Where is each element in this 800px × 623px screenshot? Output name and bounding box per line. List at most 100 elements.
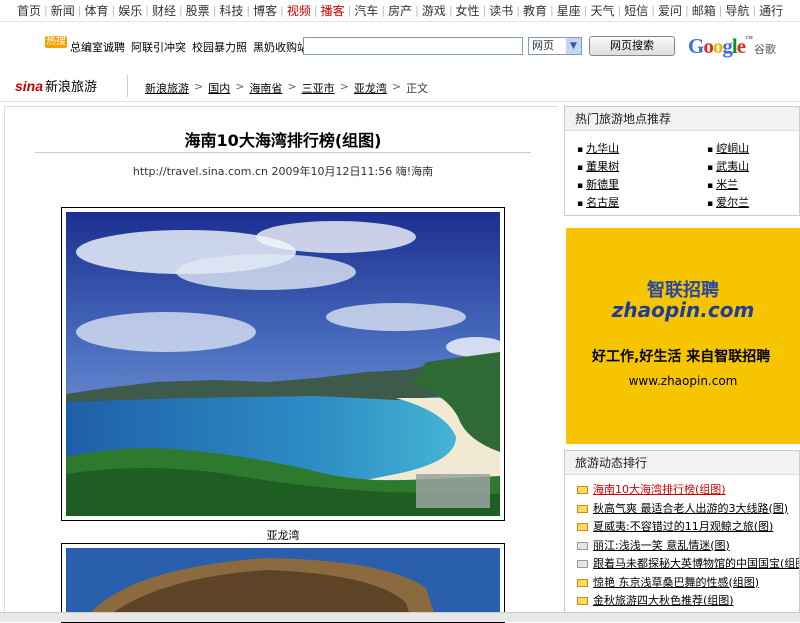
nav-link[interactable]: 博客 [250,2,280,19]
breadcrumb-current: 正文 [406,82,429,95]
nav-link[interactable]: 房产 [385,2,415,19]
nav-link[interactable]: 游戏 [419,2,449,19]
search-scope-value: 网页 [532,39,554,52]
nav-link[interactable]: 视频 [284,2,314,19]
nav-link[interactable]: 教育 [520,2,550,19]
zhaopin-ad-banner[interactable]: 智联招聘 zhaopin.com 好工作,好生活 来自智联招聘 www.zhao… [566,228,800,444]
breadcrumb-item[interactable]: 新浪旅游 [145,80,189,96]
breadcrumb-item[interactable]: 亚龙湾 [354,80,387,96]
hot-link[interactable]: 阿联引冲突 [131,39,186,55]
hot-places-box: 热门旅游地点推荐 ▪ 九华山 ▪ 崆峒山 ▪ 董果树 ▪ 武夷山 ▪ 新德里 ▪ 米兰 ▪ 名… [564,106,800,216]
chevron-down-icon[interactable]: ▼ [566,38,581,54]
list-item: 夏威夷:不容错过的11月观鲸之旅(图) [577,518,799,537]
photo-icon [577,504,588,513]
nav-link[interactable]: 邮箱 [689,2,719,19]
hot-links: 总编室诚聘 阿联引冲突 校园暴力照 黑奶收购站 [70,39,308,55]
ad-slogan: 好工作,好生活 来自智联招聘 [592,349,771,365]
ranking-link[interactable]: 夏威夷:不容错过的11月观鲸之旅(图) [593,518,773,537]
nav-link[interactable]: 娱乐 [115,2,145,19]
search-scope-select[interactable]: 网页 ▼ [528,37,582,55]
place-link[interactable]: 崆峒山 [716,142,749,155]
photo-icon [577,486,588,495]
list-item: ▪ 新德里 [577,178,620,191]
ranking-link[interactable]: 金秋旅游四大秋色推荐(组图) [593,592,734,611]
list-item: ▪ 董果树 [577,160,620,173]
bay-photo[interactable] [66,212,500,516]
article-column: 海南10大海湾排行榜(组图) http://travel.sina.com.cn… [4,106,559,623]
photo-icon [577,523,588,532]
breadcrumb-item[interactable]: 国内 [208,80,230,96]
nav-link[interactable]: 天气 [587,2,617,19]
nav-link[interactable]: 读书 [486,2,516,19]
hot-link[interactable]: 总编室诚聘 [70,39,125,55]
breadcrumb: 新浪旅游 > 国内 > 海南省 > 三亚市 > 亚龙湾 > 正文 [145,80,429,96]
google-logo[interactable]: Google™谷歌 [688,34,776,59]
list-item: ▪ 武夷山 [707,160,750,173]
place-link[interactable]: 名古屋 [586,196,619,209]
photo-caption: 亚龙湾 [266,529,300,542]
nav-link[interactable]: 爱问 [655,2,685,19]
hot-places-heading: 热门旅游地点推荐 [565,107,799,131]
article-url: http://travel.sina.com.cn [132,165,268,178]
nav-link[interactable]: 首页 [14,2,44,19]
ranking-link[interactable]: 海南10大海湾排行榜(组图) [593,481,726,500]
hot-link[interactable]: 校园暴力照 [192,39,247,55]
bay-photo-image [66,212,500,516]
ranking-link[interactable]: 惊艳 东京浅草桑巴舞的性感(组图) [593,574,759,593]
list-item: 跟着马未都探秘大英博物馆的中国国宝(组图) [577,555,799,574]
nav-link[interactable]: 短信 [621,2,651,19]
place-link[interactable]: 董果树 [586,160,619,173]
nav-link[interactable]: 体育 [81,2,111,19]
travel-ranking-box: 旅游动态排行 海南10大海湾排行榜(组图) 秋高气爽 最适合老人出游的3大线路(… [564,450,800,622]
ranking-heading: 旅游动态排行 [565,451,799,475]
hot-link[interactable]: 黑奶收购站 [253,39,308,55]
ad-url: www.zhaopin.com [628,374,738,388]
list-item: 丽江:浅浅一笑 意乱情迷(图) [577,537,799,556]
place-link[interactable]: 米兰 [716,178,738,191]
breadcrumb-item[interactable]: 海南省 [249,80,282,96]
ranking-link[interactable]: 跟着马未都探秘大英博物馆的中国国宝(组图) [593,555,799,574]
search-input[interactable] [303,37,523,55]
ad-brand-domain: zhaopin.com [611,298,755,322]
article-photo-frame[interactable] [61,207,505,521]
title-divider [35,152,531,153]
nav-link[interactable]: 股票 [183,2,213,19]
ranking-link[interactable]: 丽江:浅浅一笑 意乱情迷(图) [593,537,730,556]
breadcrumb-bar: sina 新浪旅游 新浪旅游 > 国内 > 海南省 > 三亚市 > 亚龙湾 > 正文 [0,70,800,102]
top-nav: 首页 | 新闻 | 体育 | 娱乐 | 财经 | 股票 | 科技 | 博客 | 视频 | 播客 | 汽车 | 房产 | 游戏 | 女… [0,0,800,22]
article-photo-frame-2[interactable] [61,543,505,623]
sina-travel-logo[interactable]: sina 新浪旅游 [15,76,97,95]
ranking-link[interactable]: 秋高气爽 最适合老人出游的3大线路(图) [593,500,788,519]
place-link[interactable]: 新德里 [586,178,619,191]
nav-link[interactable]: 通行 [756,2,786,19]
photo-icon [577,597,588,606]
nav-link[interactable]: 科技 [216,2,246,19]
breadcrumb-item[interactable]: 三亚市 [302,80,335,96]
hot-badge: 热搜 [45,36,67,48]
nav-link[interactable]: 女性 [453,2,483,19]
doc-icon [577,541,588,550]
sina-wordmark: sina [15,78,44,94]
web-search-button[interactable]: 网页搜索 [589,36,675,56]
list-item: 惊艳 东京浅草桑巴舞的性感(组图) [577,574,799,593]
travel-wordmark: 新浪旅游 [45,79,98,94]
divider [127,75,128,97]
place-link[interactable]: 爱尔兰 [716,196,749,209]
nav-link[interactable]: 星座 [554,2,584,19]
doc-icon [577,560,588,569]
hut-photo-image [66,548,500,618]
nav-link[interactable]: 新闻 [48,2,78,19]
list-item: ▪ 九华山 [577,142,620,155]
nav-link[interactable]: 播客 [318,2,348,19]
status-bar [0,612,800,622]
place-link[interactable]: 九华山 [586,142,619,155]
hut-photo[interactable] [66,548,500,618]
list-item: 海南10大海湾排行榜(组图) [577,481,799,500]
ranking-list: 海南10大海湾排行榜(组图) 秋高气爽 最适合老人出游的3大线路(图) 夏威夷:… [565,475,799,611]
place-link[interactable]: 武夷山 [716,160,749,173]
nav-link[interactable]: 财经 [149,2,179,19]
list-item: ▪ 爱尔兰 [707,196,750,209]
nav-link[interactable]: 汽车 [351,2,381,19]
nav-link[interactable]: 导航 [722,2,752,19]
list-item: ▪ 米兰 [707,178,739,191]
